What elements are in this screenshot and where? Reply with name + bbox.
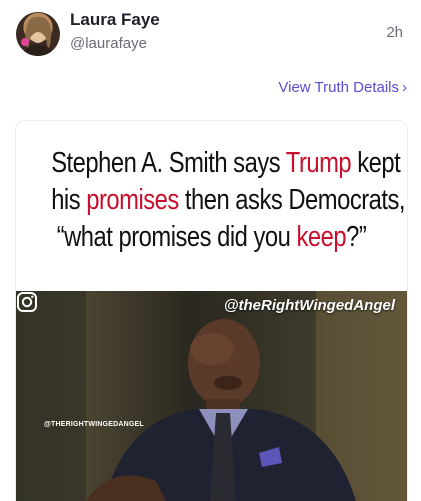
headline-line-3: “what promises did you keep?”	[56, 221, 367, 253]
meme-headline: Stephen A. Smith says Trump kept his pro…	[51, 145, 406, 256]
video-still	[16, 291, 407, 501]
display-name[interactable]: Laura Faye	[70, 10, 160, 30]
avatar-image	[21, 16, 54, 56]
chevron-right-icon[interactable]: ›	[402, 79, 407, 96]
media-card[interactable]: Stephen A. Smith says Trump kept his pro…	[15, 120, 408, 501]
view-truth-details-link[interactable]: View Truth Details	[278, 79, 399, 96]
watermark-text: @theRightWingedAngel	[223, 297, 395, 314]
post-header: Laura Faye @laurafaye 2h	[0, 0, 421, 70]
headline-line-1: Stephen A. Smith says Trump kept	[51, 147, 401, 179]
avatar[interactable]	[16, 12, 60, 56]
instagram-handle: @THERIGHTWINGEDANGEL	[44, 421, 144, 428]
post-timestamp: 2h	[386, 24, 403, 41]
user-handle[interactable]: @laurafaye	[70, 35, 147, 52]
headline-line-2: his promises then asks Democrats,	[51, 184, 406, 216]
instagram-icon	[17, 292, 37, 312]
video-frame[interactable]: @theRightWingedAngel @THERIGHTWINGEDANGE…	[16, 291, 407, 501]
